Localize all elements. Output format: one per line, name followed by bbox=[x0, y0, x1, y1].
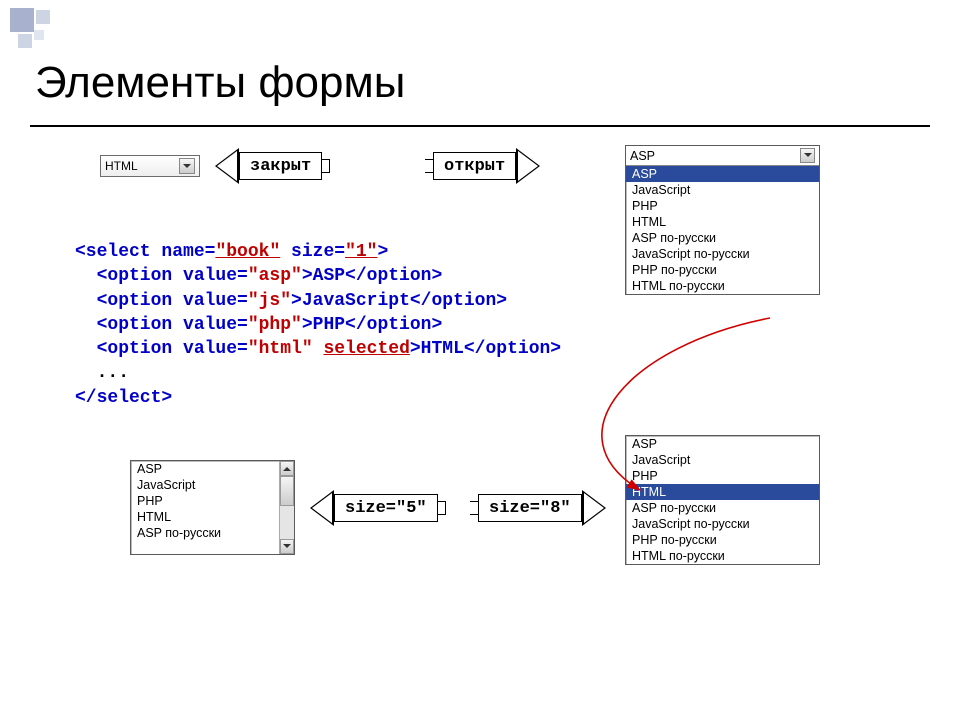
list-item[interactable]: PHP по-русски bbox=[626, 532, 819, 548]
list-item[interactable]: HTML по-русски bbox=[626, 278, 819, 294]
list-item[interactable]: HTML bbox=[626, 214, 819, 230]
list-item[interactable]: HTML bbox=[131, 509, 279, 525]
arrow-right-icon bbox=[516, 148, 540, 184]
list-item[interactable]: ASP по-русски bbox=[131, 525, 279, 541]
list-item[interactable]: HTML по-русски bbox=[626, 548, 819, 564]
list-item[interactable]: JavaScript bbox=[626, 182, 819, 198]
open-select[interactable]: ASP ASP JavaScript PHP HTML ASP по-русск… bbox=[625, 145, 820, 295]
callout-size5: size="5" bbox=[310, 490, 446, 526]
list-item[interactable]: ASP bbox=[626, 436, 819, 452]
callout-size8: size="8" bbox=[470, 490, 606, 526]
list-item[interactable]: JavaScript bbox=[131, 477, 279, 493]
list-item[interactable]: JavaScript по-русски bbox=[626, 246, 819, 262]
dropdown-arrow-icon[interactable] bbox=[800, 148, 815, 163]
list-item[interactable]: ASP bbox=[131, 461, 279, 477]
list-item[interactable]: ASP bbox=[626, 166, 819, 182]
list-item[interactable]: PHP по-русски bbox=[626, 262, 819, 278]
corner-decoration bbox=[10, 8, 70, 63]
arrow-left-icon bbox=[310, 490, 334, 526]
size5-listbox[interactable]: ASP JavaScript PHP HTML ASP по-русски bbox=[130, 460, 295, 555]
callout-open: открыт bbox=[425, 148, 540, 184]
code-snippet: <select name="book" size="1"> <option va… bbox=[75, 240, 561, 410]
list-item[interactable]: JavaScript bbox=[626, 452, 819, 468]
list-item[interactable]: PHP bbox=[626, 198, 819, 214]
list-item[interactable]: PHP bbox=[131, 493, 279, 509]
callout-open-label: открыт bbox=[444, 157, 505, 176]
callout-closed-label: закрыт bbox=[250, 157, 311, 176]
callout-closed: закрыт bbox=[215, 148, 330, 184]
list-item[interactable]: ASP по-русски bbox=[626, 230, 819, 246]
open-select-head: ASP bbox=[630, 149, 655, 163]
dropdown-arrow-icon[interactable] bbox=[179, 158, 195, 174]
scroll-down-icon[interactable] bbox=[280, 539, 294, 554]
page-title: Элементы формы bbox=[35, 58, 405, 108]
callout-size8-label: size="8" bbox=[489, 499, 571, 518]
scroll-up-icon[interactable] bbox=[280, 461, 294, 476]
list-item[interactable]: JavaScript по-русски bbox=[626, 516, 819, 532]
size8-listbox[interactable]: ASP JavaScript PHP HTML ASP по-русски Ja… bbox=[625, 435, 820, 565]
list-item[interactable]: HTML bbox=[626, 484, 819, 500]
closed-select-value: HTML bbox=[105, 159, 138, 173]
arrow-left-icon bbox=[215, 148, 239, 184]
arrow-right-icon bbox=[582, 490, 606, 526]
callout-size5-label: size="5" bbox=[345, 499, 427, 518]
closed-select[interactable]: HTML bbox=[100, 155, 200, 177]
scrollbar[interactable] bbox=[279, 461, 294, 554]
scroll-thumb[interactable] bbox=[280, 476, 294, 506]
title-rule bbox=[30, 125, 930, 127]
list-item[interactable]: PHP bbox=[626, 468, 819, 484]
list-item[interactable]: ASP по-русски bbox=[626, 500, 819, 516]
